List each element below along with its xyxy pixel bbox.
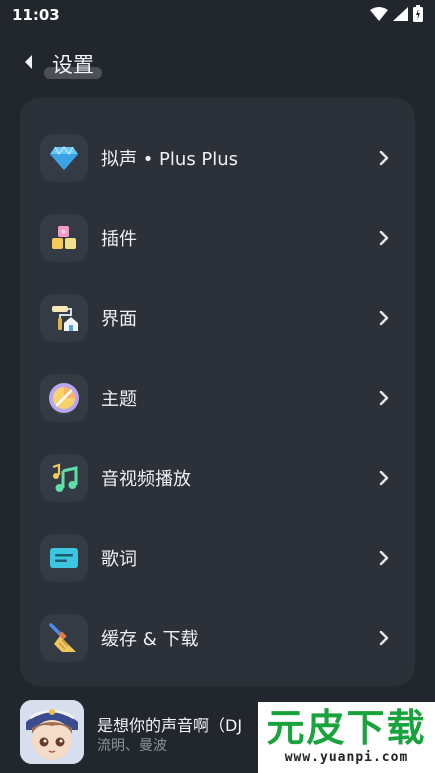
paint-roller-icon bbox=[40, 294, 88, 342]
blocks-icon bbox=[40, 214, 88, 262]
music-note-icon bbox=[40, 454, 88, 502]
wifi-icon bbox=[370, 6, 388, 25]
theme-disc-icon bbox=[40, 374, 88, 422]
chevron-right-icon bbox=[379, 150, 389, 166]
status-time: 11:03 bbox=[12, 6, 60, 24]
menu-item-label: 拟声 • Plus Plus bbox=[101, 149, 239, 170]
status-bar: 11:03 bbox=[0, 0, 435, 30]
menu-item-label: 界面 bbox=[101, 309, 137, 330]
settings-card: 拟声 • Plus Plus 插件 界面 主题 音视频播放 歌词 缓存 & 下载 bbox=[20, 98, 415, 686]
battery-icon bbox=[413, 4, 423, 26]
song-title: 是想你的声音啊（DJ bbox=[97, 716, 243, 735]
status-icons bbox=[370, 4, 423, 26]
menu-item-label: 缓存 & 下载 bbox=[101, 629, 199, 650]
chevron-right-icon bbox=[379, 550, 389, 566]
menu-item-audio-video[interactable]: 音视频播放 bbox=[20, 438, 415, 518]
menu-item-plugins[interactable]: 插件 bbox=[20, 198, 415, 278]
watermark-url: www.yuanpi.com bbox=[284, 750, 409, 765]
menu-item-cache-download[interactable]: 缓存 & 下载 bbox=[20, 598, 415, 678]
header: 设置 bbox=[0, 42, 435, 86]
diamond-icon bbox=[40, 134, 88, 182]
watermark-text: 元皮下载 bbox=[266, 706, 427, 750]
menu-item-theme[interactable]: 主题 bbox=[20, 358, 415, 438]
page-title: 设置 bbox=[48, 53, 98, 77]
song-artist: 流明、曼波 bbox=[97, 738, 167, 754]
chevron-right-icon bbox=[379, 310, 389, 326]
lyrics-card-icon bbox=[40, 534, 88, 582]
watermark: 元皮下载 www.yuanpi.com bbox=[258, 702, 435, 773]
cellular-signal-icon bbox=[393, 6, 408, 25]
chevron-right-icon bbox=[379, 470, 389, 486]
menu-item-interface[interactable]: 界面 bbox=[20, 278, 415, 358]
album-art[interactable] bbox=[20, 700, 84, 764]
back-arrow-icon bbox=[23, 54, 33, 74]
chevron-right-icon bbox=[379, 390, 389, 406]
menu-item-label: 音视频播放 bbox=[101, 469, 191, 490]
chevron-right-icon bbox=[379, 230, 389, 246]
menu-item-plus[interactable]: 拟声 • Plus Plus bbox=[20, 118, 415, 198]
menu-item-lyrics[interactable]: 歌词 bbox=[20, 518, 415, 598]
back-button[interactable] bbox=[10, 42, 46, 86]
menu-item-label: 主题 bbox=[101, 389, 137, 410]
chevron-right-icon bbox=[379, 630, 389, 646]
menu-item-label: 歌词 bbox=[101, 549, 137, 570]
menu-item-label: 插件 bbox=[101, 229, 137, 250]
broom-icon bbox=[40, 614, 88, 662]
